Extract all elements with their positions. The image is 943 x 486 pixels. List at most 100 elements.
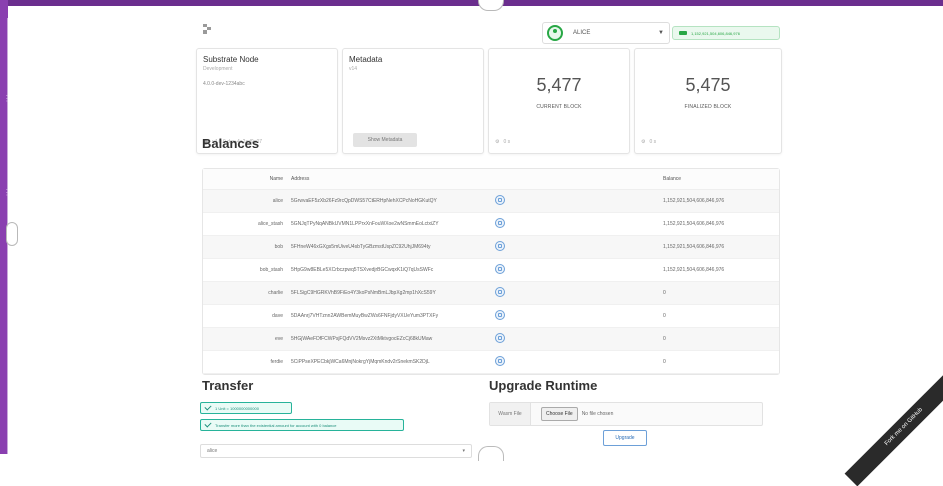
row-name: bob_stash <box>259 267 283 273</box>
row-name: ferdie <box>270 359 283 365</box>
fork-me-ribbon[interactable]: Fork me on GitHub <box>844 367 943 486</box>
column-header-balance: Balance <box>663 176 682 182</box>
table-row: dave 5DAAnrj7VHTznn2AWBemMuyBwZWs6FNFjdy… <box>203 305 779 328</box>
account-avatar-icon <box>547 25 563 41</box>
row-address: 5FLSigC9HGRKVhB9FiEo4Y3koPsNmBmLJbpXg2mp… <box>291 290 436 296</box>
copy-icon[interactable] <box>495 356 505 366</box>
check-icon <box>204 403 212 411</box>
copy-icon[interactable] <box>495 310 505 320</box>
current-block-card: 5,477 CURRENT BLOCK ⚙ 0 s <box>488 48 630 154</box>
copy-cell <box>491 287 659 299</box>
current-block-footer: ⚙ 0 s <box>495 139 510 145</box>
balance-icon <box>679 31 687 35</box>
clock-icon: ⚙ <box>495 139 500 145</box>
wasm-file-label: Wasm File <box>490 403 531 425</box>
current-block-label: CURRENT BLOCK <box>536 104 582 110</box>
row-balance: 0 <box>663 313 666 319</box>
node-card-title: Substrate Node <box>203 55 259 64</box>
row-name: bob <box>274 244 283 250</box>
account-balance-text: 1,152,921,504,606,846,976 <box>691 30 740 36</box>
column-header-name: Name <box>269 176 283 182</box>
window-top-border <box>0 0 943 6</box>
table-row: ferdie 5CiPPseXPECbkjWCa6MnjNokrgYjMqmKn… <box>203 351 779 374</box>
finalized-block-value: 5,475 <box>685 75 731 95</box>
copy-cell <box>491 356 659 368</box>
row-name: dave <box>272 313 283 319</box>
chevron-down-icon: ▾ <box>462 448 465 454</box>
copy-icon[interactable] <box>495 195 505 205</box>
copy-cell <box>491 195 659 207</box>
row-balance: 1,152,921,504,606,846,976 <box>663 267 725 273</box>
upgrade-button[interactable]: Upgrade <box>603 430 647 446</box>
table-row: bob_stash 5HpG9w8EBLe5XCrbczpwq5TSXvedjr… <box>203 259 779 282</box>
upgrade-runtime-heading: Upgrade Runtime <box>489 378 598 393</box>
wasm-file-input: Wasm File Choose File No file chosen <box>489 402 763 426</box>
grip-dots-icon: ⋮ <box>3 188 11 197</box>
chevron-down-icon: ▼ <box>658 30 664 36</box>
column-header-address: Address <box>291 176 310 182</box>
copy-icon[interactable] <box>495 264 505 274</box>
finalized-block-footer: ⚙ 0 s <box>641 139 656 145</box>
copy-icon[interactable] <box>495 218 505 228</box>
row-address: 5DAAnrj7VHTznn2AWBemMuyBwZWs6FNFjdyVXUeY… <box>291 313 439 319</box>
existential-info-tag: Transfer more than the existential amoun… <box>200 419 404 431</box>
side-resize-handle[interactable] <box>6 222 18 246</box>
row-address: 5GNJqTPyNqANBkUVMN1LPPrxXnFouWXoe2wNSmmE… <box>291 221 439 227</box>
copy-icon[interactable] <box>495 287 505 297</box>
row-balance: 1,152,921,504,606,846,976 <box>663 244 725 250</box>
account-name: ALICE <box>573 30 591 36</box>
finalized-block-card: 5,475 FINALIZED BLOCK ⚙ 0 s <box>634 48 782 154</box>
row-balance: 1,152,921,504,606,846,976 <box>663 198 725 204</box>
balances-heading: Balances <box>202 136 260 151</box>
metadata-card-subtitle: v14 <box>349 66 358 72</box>
account-selector[interactable]: ALICE ▼ <box>542 22 670 44</box>
table-header: Name Address Balance <box>203 169 779 190</box>
choose-file-button[interactable]: Choose File <box>541 407 578 421</box>
row-name: eve <box>274 336 283 342</box>
row-balance: 0 <box>663 290 666 296</box>
finalized-block-timer: 0 s <box>649 139 657 145</box>
copy-cell <box>491 333 659 345</box>
table-row: charlie 5FLSigC9HGRKVhB9FiEo4Y3koPsNmBmL… <box>203 282 779 305</box>
row-name: alice <box>272 198 283 204</box>
copy-cell <box>491 264 659 276</box>
no-file-text: No file chosen <box>581 411 614 417</box>
copy-icon[interactable] <box>495 333 505 343</box>
existential-info-text: Transfer more than the existential amoun… <box>215 422 337 428</box>
row-name: charlie <box>268 290 283 296</box>
row-address: 5GrwvaEF5zXb26Fz9rcQpDWS57CtERHpNehXCPcN… <box>291 198 437 204</box>
top-resize-handle[interactable] <box>478 0 504 11</box>
metadata-card-title: Metadata <box>349 55 383 64</box>
row-name: alice_stash <box>257 221 283 227</box>
copy-cell <box>491 310 659 322</box>
table-row: alice 5GrwvaEF5zXb26Fz9rcQpDWS57CtERHpNe… <box>203 190 779 213</box>
substrate-logo-icon <box>200 22 216 38</box>
table-row: bob 5FHneW46xGXgs5mUiveU4sbTyGBzmstUspZC… <box>203 236 779 259</box>
grip-dots-icon: ⋮ <box>3 94 11 103</box>
transfer-from-value: alice <box>207 448 218 454</box>
table-row: eve 5HGjWAeFDfFCWPsjFQdVV2Msvz2XtMktvgoc… <box>203 328 779 351</box>
finalized-block-label: FINALIZED BLOCK <box>684 104 732 110</box>
row-balance: 0 <box>663 359 666 365</box>
unit-info-tag: 1 Unit = 1000000000000 <box>200 402 292 414</box>
row-balance: 0 <box>663 336 666 342</box>
metadata-card: Metadata v14 Show Metadata <box>342 48 484 154</box>
node-card-subtitle: Development <box>203 66 233 72</box>
copy-cell <box>491 241 659 253</box>
table-row: alice_stash 5GNJqTPyNqANBkUVMN1LPPrxXnFo… <box>203 213 779 236</box>
row-address: 5HpG9w8EBLe5XCrbczpwq5TSXvedjrBGCwqxK1iQ… <box>291 267 434 273</box>
show-metadata-button[interactable]: Show Metadata <box>353 133 417 147</box>
clock-icon: ⚙ <box>641 139 646 145</box>
current-block-timer: 0 s <box>503 139 511 145</box>
row-balance: 1,152,921,504,606,846,976 <box>663 221 725 227</box>
balances-table: Name Address Balance alice 5GrwvaEF5zXb2… <box>202 168 780 375</box>
account-balance-badge: 1,152,921,504,606,846,976 <box>672 26 780 40</box>
row-address: 5HGjWAeFDfFCWPsjFQdVV2Msvz2XtMktvgocEZcC… <box>291 336 433 342</box>
node-card-version: 4.0.0-dev-1234abc <box>203 81 245 87</box>
copy-cell <box>491 218 659 230</box>
current-block-value: 5,477 <box>536 75 582 95</box>
copy-icon[interactable] <box>495 241 505 251</box>
row-address: 5CiPPseXPECbkjWCa6MnjNokrgYjMqmKndv2rSne… <box>291 359 430 365</box>
transfer-from-select[interactable]: alice ▾ <box>200 444 472 458</box>
row-address: 5FHneW46xGXgs5mUiveU4sbTyGBzmstUspZC92Uh… <box>291 244 431 250</box>
